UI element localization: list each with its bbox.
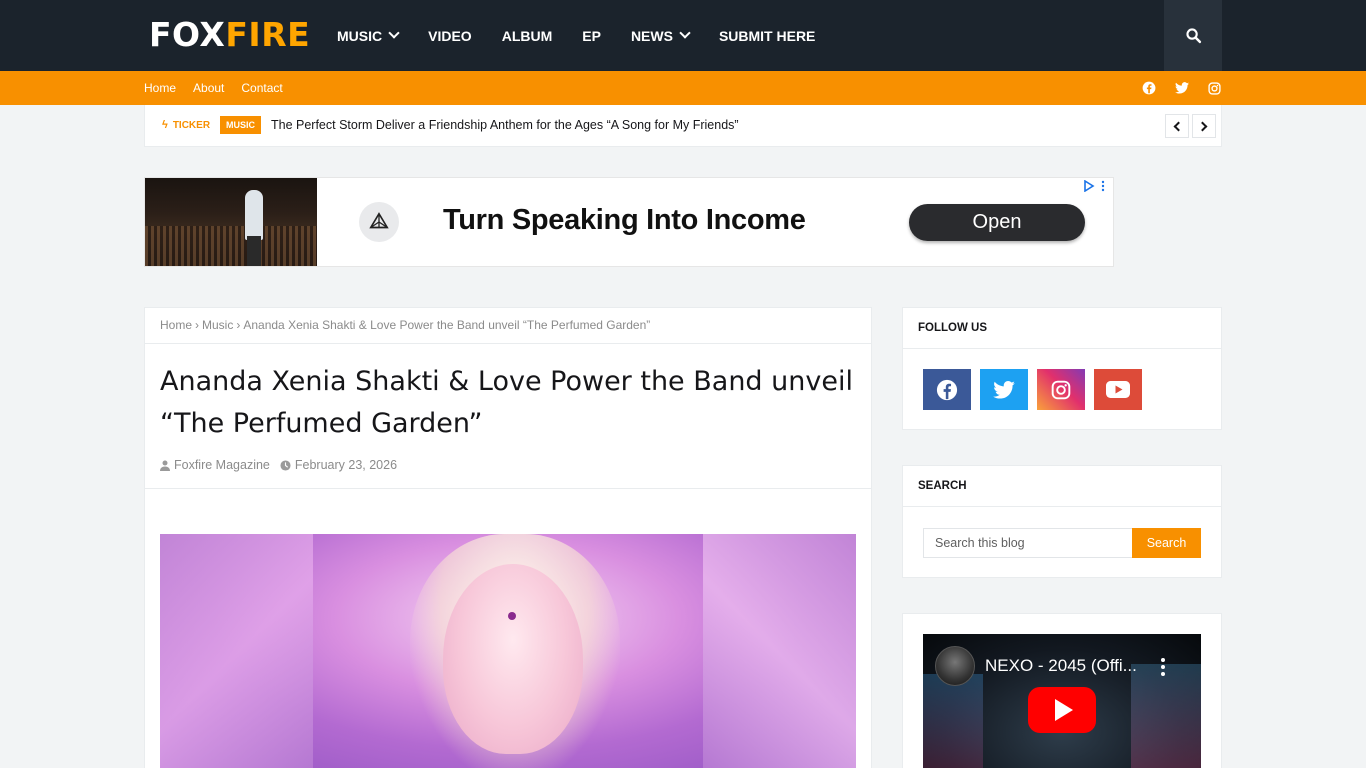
twitter-icon[interactable] xyxy=(1173,80,1190,97)
site-header: FOXFIRE MUSIC VIDEO ALBUM EP NEWS SUBMIT… xyxy=(0,0,1366,71)
breadcrumb-current: Ananda Xenia Shakti & Love Power the Ban… xyxy=(243,318,651,332)
play-icon xyxy=(1055,699,1073,721)
nav-item-submit-here[interactable]: SUBMIT HERE xyxy=(719,28,815,44)
video-thumbnail-glow-right xyxy=(1131,664,1201,768)
instagram-icon[interactable] xyxy=(1037,369,1085,410)
ad-logo-icon xyxy=(359,202,399,242)
nav-label: MUSIC xyxy=(337,27,383,44)
nav-item-video[interactable]: VIDEO xyxy=(428,28,472,44)
chevron-left-icon xyxy=(1173,121,1184,131)
video-title[interactable]: NEXO - 2045 (Offi... xyxy=(985,656,1137,676)
ad-image-speaker-legs xyxy=(247,236,261,266)
post-hero-image xyxy=(160,534,856,768)
more-vert-icon[interactable] xyxy=(1161,658,1165,679)
breadcrumb-separator: › xyxy=(236,318,241,332)
play-button[interactable] xyxy=(1028,687,1096,733)
site-logo[interactable]: FOXFIRE xyxy=(149,15,310,55)
search-button[interactable]: Search xyxy=(1132,528,1201,558)
widget-title: FOLLOW US xyxy=(903,308,1221,349)
clock-icon xyxy=(280,459,291,471)
subnav-about-link[interactable]: About xyxy=(193,81,224,95)
ticker-category-tag[interactable]: MUSIC xyxy=(220,116,261,134)
widget-title: SEARCH xyxy=(903,466,1221,507)
youtube-embed[interactable]: NEXO - 2045 (Offi... xyxy=(923,634,1201,768)
ad-image-crowd xyxy=(145,226,317,266)
user-icon xyxy=(160,460,170,471)
instagram-icon[interactable] xyxy=(1206,80,1223,97)
nav-item-ep[interactable]: EP xyxy=(582,28,601,44)
hero-image-forehead-gem xyxy=(508,612,516,620)
nav-label: NEWS xyxy=(630,27,673,44)
ticker-label: ϟ TICKER xyxy=(162,119,210,131)
logo-text-fire: FIRE xyxy=(225,15,311,54)
channel-avatar[interactable] xyxy=(935,646,975,686)
nav-label: SUBMIT HERE xyxy=(718,27,816,44)
twitter-icon[interactable] xyxy=(980,369,1028,410)
nav-label: EP xyxy=(582,27,601,44)
post-author-link[interactable]: Foxfire Magazine xyxy=(174,458,270,472)
facebook-icon[interactable] xyxy=(923,369,971,410)
youtube-icon[interactable] xyxy=(1094,369,1142,410)
follow-icons xyxy=(923,369,1151,410)
ad-image-speaker xyxy=(245,190,263,240)
header-social-links xyxy=(1140,71,1239,105)
video-thumbnail-glow-left xyxy=(923,674,983,768)
subnav-home-link[interactable]: Home xyxy=(144,81,176,95)
adchoices-icon[interactable] xyxy=(1083,180,1107,192)
breadcrumb-home-link[interactable]: Home xyxy=(160,318,192,332)
nav-label: VIDEO xyxy=(428,27,472,44)
search-icon xyxy=(1185,28,1201,44)
ticker-next-button[interactable] xyxy=(1192,114,1216,138)
follow-us-widget: FOLLOW US xyxy=(902,307,1222,430)
bolt-icon: ϟ xyxy=(162,119,168,131)
ticker-headline-link[interactable]: The Perfect Storm Deliver a Friendship A… xyxy=(271,118,739,132)
secondary-bar: Home About Contact xyxy=(0,71,1366,105)
main-nav: MUSIC VIDEO ALBUM EP NEWS SUBMIT HERE xyxy=(337,0,845,71)
hero-image-right-panel xyxy=(703,534,856,768)
facebook-icon[interactable] xyxy=(1140,80,1157,97)
ticker-prev-button[interactable] xyxy=(1165,114,1189,138)
secondary-nav: Home About Contact xyxy=(144,71,300,105)
chevron-right-icon xyxy=(1197,121,1208,131)
nav-item-news[interactable]: NEWS xyxy=(630,27,691,44)
ad-headline[interactable]: Turn Speaking Into Income xyxy=(443,204,806,237)
chevron-down-icon xyxy=(388,27,400,39)
video-widget: NEXO - 2045 (Offi... xyxy=(902,613,1222,768)
news-ticker: ϟ TICKER MUSIC The Perfect Storm Deliver … xyxy=(144,105,1222,147)
search-input[interactable] xyxy=(923,528,1133,558)
ad-open-button[interactable]: Open xyxy=(909,204,1085,241)
ticker-label-text: TICKER xyxy=(172,119,211,131)
post-date: February 23, 2026 xyxy=(294,458,398,472)
nav-item-music[interactable]: MUSIC xyxy=(337,27,400,44)
meta-divider xyxy=(145,488,871,489)
chevron-down-icon xyxy=(679,27,691,39)
breadcrumb: Home › Music › Ananda Xenia Shakti & Love Po… xyxy=(145,308,871,344)
hero-image-left-panel xyxy=(160,534,313,768)
nav-label: ALBUM xyxy=(501,27,553,44)
ad-banner[interactable]: Turn Speaking Into Income Open xyxy=(144,177,1114,267)
nav-item-album[interactable]: ALBUM xyxy=(502,28,553,44)
breadcrumb-category-link[interactable]: Music xyxy=(202,318,233,332)
search-widget: SEARCH Search xyxy=(902,465,1222,578)
post-meta: Foxfire Magazine February 23, 2026 xyxy=(160,458,397,472)
header-search-button[interactable] xyxy=(1164,0,1222,71)
hero-image-face xyxy=(443,564,583,754)
breadcrumb-separator: › xyxy=(195,318,200,332)
subnav-contact-link[interactable]: Contact xyxy=(241,81,282,95)
logo-text-fox: FOX xyxy=(149,15,226,54)
post-article: Home › Music › Ananda Xenia Shakti & Love Po… xyxy=(144,307,872,768)
post-title: Ananda Xenia Shakti & Love Power the Ban… xyxy=(160,366,853,439)
ad-image xyxy=(145,178,317,266)
